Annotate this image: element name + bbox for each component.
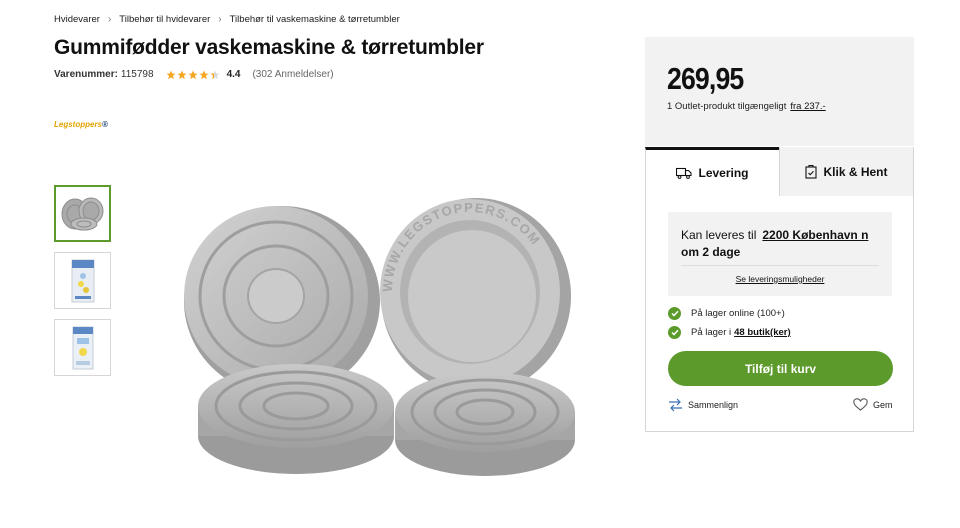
delivery-address-link[interactable]: 2200 København n [762,228,868,242]
compare-button[interactable]: Sammenlign [668,398,738,412]
sku-label: Varenummer: [54,69,118,80]
thumbnail-gallery [54,185,111,386]
tab-levering[interactable]: Levering [645,147,779,196]
price-box: 269,95 1 Outlet-produkt tilgængeligt fra … [645,37,914,146]
fulfillment-tabs: Levering Klik & Hent [645,147,914,196]
compare-label: Sammenlign [688,400,739,410]
chevron-right-icon: › [107,14,112,25]
stock-online: På lager online (100+) [668,307,785,320]
delivery-timeframe: om 2 dage [681,245,741,259]
tab-levering-label: Levering [698,166,749,180]
outlet-text: 1 Outlet-produkt tilgængeligt [667,101,787,112]
breadcrumb-item-tilbehor-vaskemaskine[interactable]: Tilbehør til vaskemaskine & tørretumbler [230,14,400,25]
outlet-info: 1 Outlet-produkt tilgængeligt fra 237.- [667,101,826,112]
sku-value: 115798 [120,69,154,80]
outlet-link[interactable]: fra 237.- [790,101,825,112]
star-icon [199,70,209,79]
breadcrumb: Hvidevarer › Tilbehør til hvidevarer › T… [54,14,400,25]
save-label: Gem [873,399,893,410]
checkmark-icon [668,326,681,339]
rubber-feet-product-image: WWW.LEGSTOPPERS.COM [184,198,575,476]
checkmark-icon [668,307,681,320]
stock-stores: På lager i 48 butik(ker) [668,326,791,339]
thumbnail-package-front[interactable] [54,252,111,309]
delivery-destination: Kan leveres til 2200 København n [681,228,868,242]
divider [681,265,879,266]
compare-icon [669,398,682,412]
save-button[interactable]: Gem [853,398,893,411]
tab-klik-hent-label: Klik & Hent [823,164,888,179]
tab-klik-hent[interactable]: Klik & Hent [779,147,914,196]
stock-online-text: På lager online (100+) [691,308,785,319]
breadcrumb-item-tilbehor-hvidevarer[interactable]: Tilbehør til hvidevarer [119,14,210,25]
thumbnail-package-side[interactable] [54,319,111,376]
add-to-cart-button[interactable]: Tilføj til kurv [668,351,893,386]
stock-stores-link[interactable]: 48 butik(ker) [734,327,791,338]
rating-value: 4.4 [226,69,241,80]
breadcrumb-item-hvidevarer[interactable]: Hvidevarer [54,14,100,25]
product-meta: Varenummer: 115798 4.4 (302 Anmeldelser) [54,69,334,80]
heart-icon [853,398,868,411]
package-thumbnail-icon [72,326,93,369]
star-icon [188,70,198,79]
chevron-right-icon: › [218,14,222,25]
thumbnail-rubber-feet[interactable] [54,185,111,242]
brand-logo-registered: ® [102,120,108,129]
stock-stores-text: På lager i [691,327,732,338]
star-icon [177,70,187,79]
delivery-panel: Kan leveres til 2200 København n om 2 dag… [645,196,914,432]
brand-logo[interactable]: Legstoppers® [54,120,108,129]
rating-stars[interactable] [166,70,221,80]
store-pickup-icon [805,164,818,179]
truck-icon [676,167,693,179]
reviews-link[interactable]: (302 Anmeldelser) [252,69,333,80]
delivery-prefix: Kan leveres til [681,228,757,242]
rubber-feet-thumbnail-icon [61,197,103,230]
product-title: Gummifødder vaskemaskine & tørretumbler [54,36,484,59]
star-icon [166,70,176,79]
delivery-info-box: Kan leveres til 2200 København n om 2 dag… [668,212,892,296]
delivery-options-link[interactable]: Se leveringsmuligheder [668,274,892,284]
brand-logo-text: Legstoppers [54,120,103,129]
product-main-image[interactable]: WWW.LEGSTOPPERS.COM [180,188,590,488]
package-thumbnail-icon [71,259,94,302]
star-icon [210,70,220,79]
product-price: 269,95 [667,61,744,96]
